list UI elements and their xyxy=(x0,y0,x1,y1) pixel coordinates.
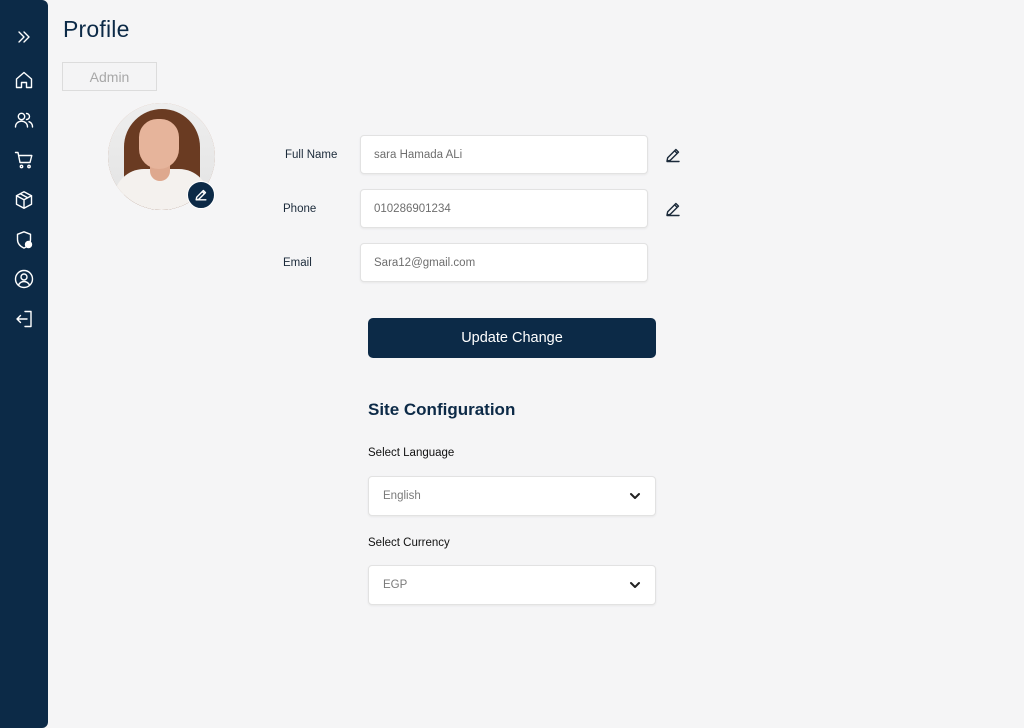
chevron-down-icon xyxy=(630,582,640,588)
double-chevron-right-icon xyxy=(18,31,30,43)
currency-select[interactable]: EGP xyxy=(368,565,656,605)
sidebar-item-home[interactable] xyxy=(12,68,36,92)
sidebar-item-profile[interactable] xyxy=(12,267,36,291)
language-selected-value: English xyxy=(383,490,421,502)
update-change-button[interactable]: Update Change xyxy=(368,318,656,358)
language-select[interactable]: English xyxy=(368,476,656,516)
user-circle-icon xyxy=(14,269,34,289)
phone-label: Phone xyxy=(283,203,317,215)
currency-selected-value: EGP xyxy=(383,579,408,591)
sidebar-item-orders[interactable] xyxy=(12,148,36,172)
site-configuration-title: Site Configuration xyxy=(368,400,516,419)
logout-icon xyxy=(16,310,32,328)
pencil-icon xyxy=(195,189,207,201)
full-name-field[interactable] xyxy=(360,135,648,174)
email-field[interactable] xyxy=(360,243,648,282)
shield-lock-icon xyxy=(16,231,33,249)
edit-full-name-button[interactable] xyxy=(665,147,681,163)
sidebar-item-products[interactable] xyxy=(12,188,36,212)
sidebar xyxy=(0,0,48,728)
expand-sidebar-button[interactable] xyxy=(12,25,36,49)
email-label: Email xyxy=(283,257,312,269)
pencil-icon xyxy=(666,202,680,217)
full-name-label: Full Name xyxy=(285,149,338,161)
edit-avatar-button[interactable] xyxy=(187,181,215,209)
sidebar-item-security[interactable] xyxy=(12,228,36,252)
phone-field[interactable] xyxy=(360,189,648,228)
chevron-down-icon xyxy=(630,493,640,499)
profile-page: Profile Admin Full Name Phone Email Upda… xyxy=(0,0,1024,728)
logout-button[interactable] xyxy=(12,307,36,331)
pencil-icon xyxy=(666,148,680,163)
edit-phone-button[interactable] xyxy=(665,201,681,217)
cart-icon xyxy=(14,151,33,169)
users-icon xyxy=(14,112,34,128)
page-title: Profile xyxy=(63,16,130,42)
select-currency-label: Select Currency xyxy=(368,537,450,549)
sidebar-item-users[interactable] xyxy=(12,108,36,132)
home-icon xyxy=(15,71,33,89)
box-icon xyxy=(15,191,33,209)
role-tab-admin[interactable]: Admin xyxy=(62,62,157,91)
select-language-label: Select Language xyxy=(368,447,455,459)
